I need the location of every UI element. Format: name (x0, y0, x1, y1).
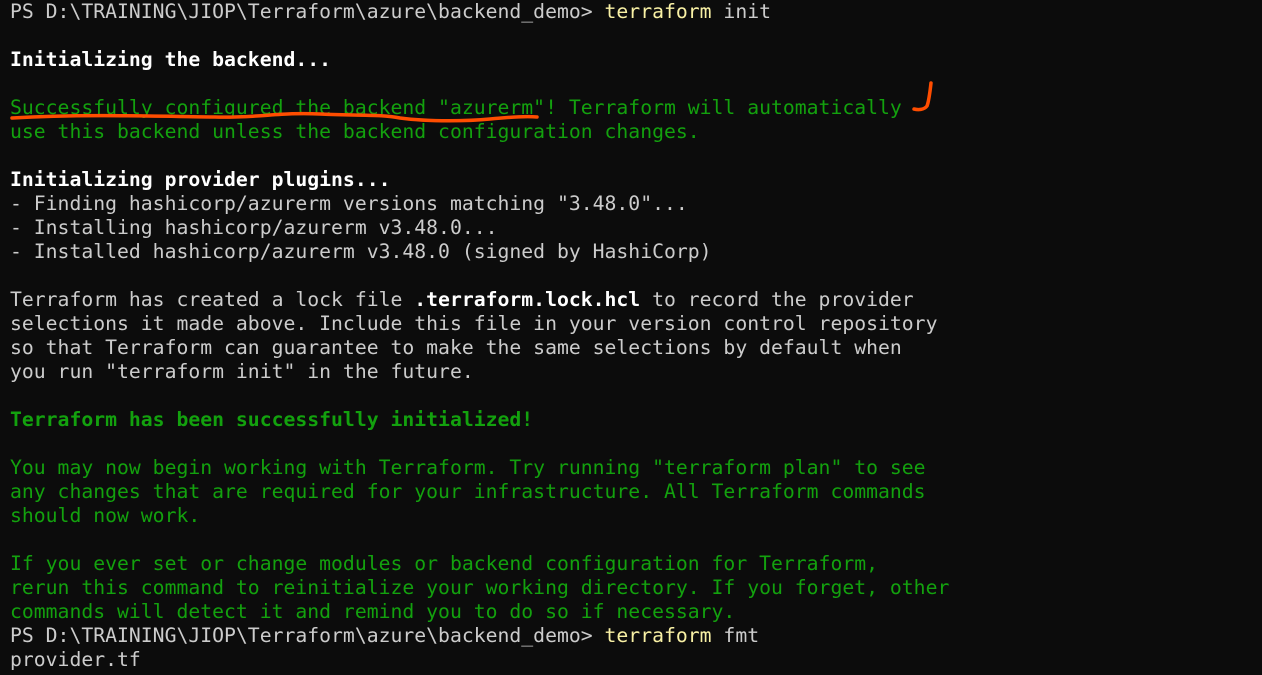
command-name: terraform (604, 0, 712, 23)
init-plugins-heading: Initializing provider plugins... (10, 168, 391, 191)
prompt-path: PS D:\TRAINING\JIOP\Terraform\azure\back… (10, 624, 605, 647)
next-steps-line: any changes that are required for your i… (10, 480, 926, 503)
prompt-line-fmt: PS D:\TRAINING\JIOP\Terraform\azure\back… (10, 624, 1262, 648)
prompt-path: PS D:\TRAINING\JIOP\Terraform\azure\back… (10, 0, 605, 23)
backend-message-line2: use this backend unless the backend conf… (10, 120, 700, 143)
rerun-line: commands will detect it and remind you t… (10, 600, 736, 623)
backend-message-line1: Successfully configured the backend "azu… (10, 96, 1262, 120)
plugin-line: - Installing hashicorp/azurerm v3.48.0..… (10, 216, 498, 239)
lock-message-line1: Terraform has created a lock file .terra… (10, 288, 1262, 312)
next-steps-line: should now work. (10, 504, 201, 527)
success-message: Terraform has been successfully initiali… (10, 408, 534, 431)
command-args: fmt (711, 624, 760, 647)
rerun-line: If you ever set or change modules or bac… (10, 552, 879, 575)
command-name: terraform (604, 624, 712, 647)
fmt-output-file: provider.tf (10, 648, 141, 671)
rerun-line: rerun this command to reinitialize your … (10, 576, 950, 599)
lock-message-post: to record the provider (640, 288, 914, 311)
backend-message-highlighted: Successfully configured the backend "azu… (10, 96, 546, 119)
command-args: init (711, 0, 771, 23)
lock-message-line: so that Terraform can guarantee to make … (10, 336, 902, 359)
plugin-line: - Finding hashicorp/azurerm versions mat… (10, 192, 688, 215)
next-steps-line: You may now begin working with Terraform… (10, 456, 926, 479)
backend-message-rest: ! Terraform will automatically (545, 96, 902, 119)
lock-message-line: selections it made above. Include this f… (10, 312, 938, 335)
plugin-line: - Installed hashicorp/azurerm v3.48.0 (s… (10, 240, 712, 263)
lock-message-line: you run "terraform init" in the future. (10, 360, 474, 383)
init-backend-heading: Initializing the backend... (10, 48, 332, 71)
lock-file-name: .terraform.lock.hcl (414, 288, 641, 311)
lock-message-pre: Terraform has created a lock file (10, 288, 415, 311)
terminal-window[interactable]: PS D:\TRAINING\JIOP\Terraform\azure\back… (0, 0, 1262, 675)
prompt-line-init: PS D:\TRAINING\JIOP\Terraform\azure\back… (10, 0, 1262, 24)
